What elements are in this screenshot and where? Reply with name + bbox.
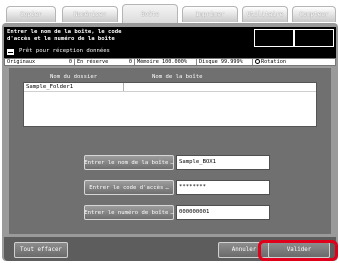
box-number-field[interactable]: 000000001	[176, 205, 270, 220]
reserve-count: En réserve 0	[75, 59, 135, 65]
tab-label: Copier	[20, 11, 42, 18]
button-label: Entrer le code d'accès	[89, 184, 164, 191]
list-item[interactable]: Sample_Folder1	[24, 83, 316, 92]
tab-imprimer[interactable]: Imprimer	[182, 6, 238, 22]
status-bar: Originaux 0 En réserve 0 Mémoire 100.000…	[4, 58, 336, 66]
ok-button[interactable]: Valider	[268, 242, 330, 258]
rotation-status: Rotation	[253, 59, 335, 65]
tab-boite[interactable]: Boîte	[122, 4, 178, 23]
tab-copier[interactable]: Copier	[6, 6, 56, 22]
status-text: Prêt pour réception données	[19, 48, 110, 54]
disk-status: Disque 99.999%	[197, 59, 253, 65]
mode-tabs: Copier Numériser Boîte Imprimer Utilitai…	[0, 0, 340, 24]
tab-label: Imprimer	[195, 11, 225, 18]
instruction-line-2: d'accès et le numéro de la boîte	[7, 36, 115, 42]
machine-status: Prêt pour réception données	[7, 48, 110, 55]
enter-box-name-button[interactable]: Entrer le nom de la boîte…	[84, 155, 174, 170]
originals-count: Originaux 0	[5, 59, 75, 65]
column-header-box: Nom de la boîte	[152, 74, 203, 80]
header-pane-2	[294, 29, 334, 47]
box-name-field[interactable]: Sample_BOX1	[176, 155, 270, 170]
originals-label: Originaux	[7, 59, 36, 65]
button-label: Tout effacer	[20, 247, 62, 253]
enter-box-number-button[interactable]: Entrer le numéro de boîte…	[84, 205, 174, 220]
tab-label: Boîte	[140, 10, 160, 18]
folder-name-cell: Sample_Folder1	[24, 83, 124, 91]
button-label: Entrer le numéro de boîte	[84, 209, 169, 216]
originals-value: 0	[68, 59, 72, 65]
instruction-message: Entrer le nom de la boîte, le code d'acc…	[7, 29, 122, 43]
access-code-field[interactable]: ********	[176, 180, 270, 195]
ellipsis-icon: …	[170, 209, 174, 216]
tab-utilitaire[interactable]: Utilitaire	[242, 6, 288, 22]
rotation-icon	[255, 59, 260, 64]
message-header: Entrer le nom de la boîte, le code d'acc…	[4, 27, 336, 58]
reserve-value: 0	[128, 59, 132, 65]
column-header-folder: Nom du dossier	[50, 74, 98, 80]
tab-compteur[interactable]: Compteur	[292, 6, 336, 22]
list-headers: Nom du dossier Nom de la boîte	[14, 73, 318, 82]
tab-numeriser[interactable]: Numériser	[62, 6, 118, 22]
tab-label: Numériser	[73, 11, 107, 18]
memory-status: Mémoire 100.000%	[135, 59, 197, 65]
button-label: Valider	[286, 247, 312, 253]
enter-access-code-button[interactable]: Entrer le code d'accès…	[84, 180, 174, 195]
clear-all-button[interactable]: Tout effacer	[14, 242, 68, 258]
instruction-line-1: Entrer le nom de la boîte, le code	[7, 29, 122, 35]
tab-label: Utilitaire	[246, 11, 284, 18]
header-pane-1	[254, 29, 294, 47]
ellipsis-icon: …	[170, 159, 174, 166]
reserve-label: En réserve	[77, 59, 109, 65]
rotation-label: Rotation	[261, 59, 286, 65]
button-label: Annuler	[231, 247, 257, 253]
printer-icon	[7, 48, 14, 55]
box-list[interactable]: Sample_Folder1	[23, 82, 317, 127]
cancel-button[interactable]: Annuler	[218, 242, 270, 258]
tab-label: Compteur	[299, 11, 329, 18]
ellipsis-icon: …	[165, 184, 169, 191]
button-label: Entrer le nom de la boîte	[84, 159, 169, 166]
